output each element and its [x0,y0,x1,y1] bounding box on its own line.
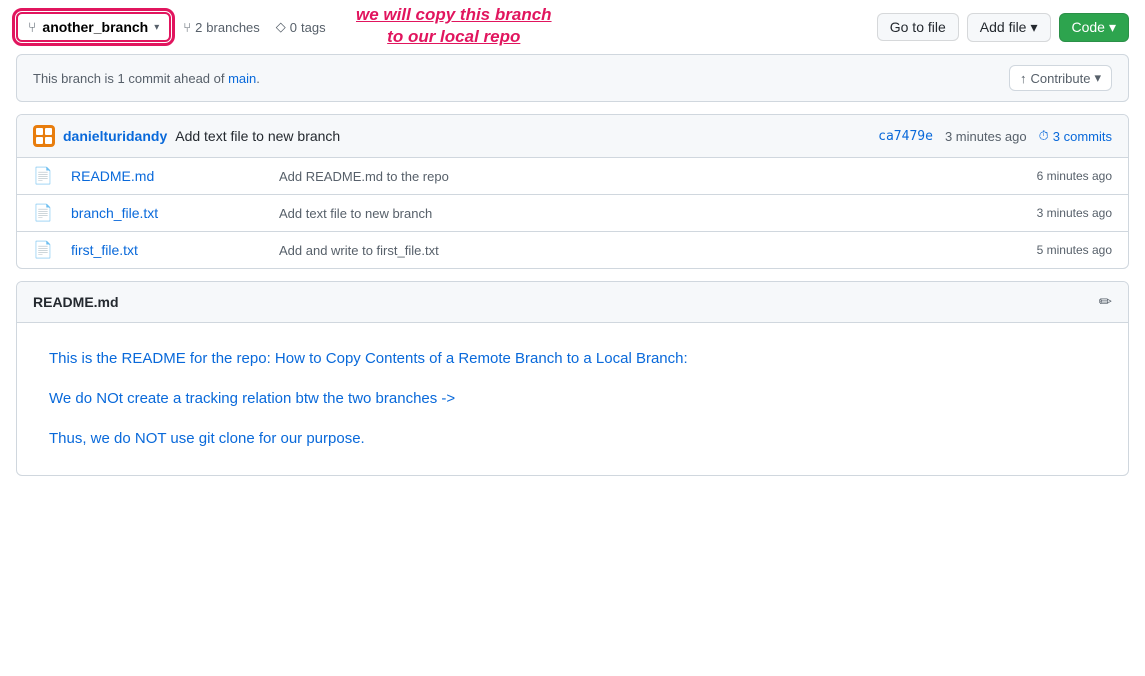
tags-icon: ◇ [276,19,286,35]
author-name-link[interactable]: danielturidandy [63,128,167,144]
file-icon: 📄 [33,240,63,260]
go-to-file-button[interactable]: Go to file [877,13,959,41]
readme-title: README.md [33,294,119,310]
commit-banner: This branch is 1 commit ahead of main. ↑… [16,54,1129,102]
branch-selector[interactable]: ⑂ another_branch ▾ [16,12,171,42]
file-commit-msg: Add and write to first_file.txt [279,243,1029,258]
readme-line-1: This is the README for the repo: How to … [49,347,1096,371]
contribute-chevron-icon: ▾ [1094,70,1101,86]
commit-banner-text: This branch is 1 commit ahead of main. [33,71,260,86]
toolbar-right: Go to file Add file ▾ Code ▾ [877,13,1129,42]
edit-icon[interactable]: ✏ [1099,292,1112,312]
table-row: 📄 first_file.txt Add and write to first_… [17,232,1128,268]
contribute-button[interactable]: ↑ Contribute ▾ [1009,65,1112,91]
branch-icon: ⑂ [28,19,36,35]
branches-icon: ⑂ [183,20,191,35]
readme-content: This is the README for the repo: How to … [17,323,1128,475]
add-file-button[interactable]: Add file ▾ [967,13,1051,42]
code-button[interactable]: Code ▾ [1059,13,1130,42]
branches-count: 2 [195,20,202,35]
file-time: 6 minutes ago [1037,169,1112,183]
main-link[interactable]: main [228,71,256,86]
annotation-line2: to our local repo [356,26,552,48]
commit-sha-link[interactable]: ca7479e [878,129,933,144]
readme-line-2: We do NOt create a tracking relation btw… [49,387,1096,411]
branch-name: another_branch [42,19,148,35]
meta-info: ⑂ 2 branches ◇ 0 tags [183,19,325,35]
file-card-header: danielturidandy Add text file to new bra… [17,115,1128,158]
commit-header-message: Add text file to new branch [175,128,340,144]
chevron-down-icon: ▾ [154,22,159,33]
file-time: 5 minutes ago [1037,243,1112,257]
tags-link[interactable]: ◇ 0 tags [276,19,326,35]
code-chevron-icon: ▾ [1109,19,1116,36]
file-icon: 📄 [33,203,63,223]
annotation: we will copy this branch to our local re… [356,4,552,48]
commits-count-label: 3 commits [1053,129,1112,144]
add-file-label: Add file [980,19,1027,35]
contribute-up-icon: ↑ [1020,71,1027,86]
file-commit-msg: Add README.md to the repo [279,169,1029,184]
commit-right: ca7479e 3 minutes ago ⏱ 3 commits [878,128,1112,144]
table-row: 📄 README.md Add README.md to the repo 6 … [17,158,1128,195]
annotation-line1: we will copy this branch [356,4,552,26]
tags-count: 0 [290,20,297,35]
file-name-link[interactable]: README.md [71,168,271,184]
branches-label: branches [206,20,259,35]
code-label: Code [1072,19,1105,35]
table-row: 📄 branch_file.txt Add text file to new b… [17,195,1128,232]
go-to-file-label: Go to file [890,19,946,35]
file-name-link[interactable]: first_file.txt [71,242,271,258]
author-avatar [33,125,55,147]
readme-card: README.md ✏ This is the README for the r… [16,281,1129,476]
toolbar: ⑂ another_branch ▾ ⑂ 2 branches ◇ 0 tags… [16,12,1129,42]
file-commit-msg: Add text file to new branch [279,206,1029,221]
branches-link[interactable]: ⑂ 2 branches [183,20,260,35]
clock-icon: ⏱ [1039,128,1049,144]
commit-time: 3 minutes ago [945,129,1027,144]
file-icon: 📄 [33,166,63,186]
tags-label: tags [301,20,326,35]
contribute-label: Contribute [1030,71,1090,86]
file-table-card: danielturidandy Add text file to new bra… [16,114,1129,269]
file-name-link[interactable]: branch_file.txt [71,205,271,221]
add-file-chevron-icon: ▾ [1030,19,1037,36]
commit-author-section: danielturidandy Add text file to new bra… [33,125,340,147]
file-time: 3 minutes ago [1037,206,1112,220]
commits-count-link[interactable]: ⏱ 3 commits [1039,128,1112,144]
readme-header: README.md ✏ [17,282,1128,323]
readme-line-3: Thus, we do NOT use git clone for our pu… [49,427,1096,451]
